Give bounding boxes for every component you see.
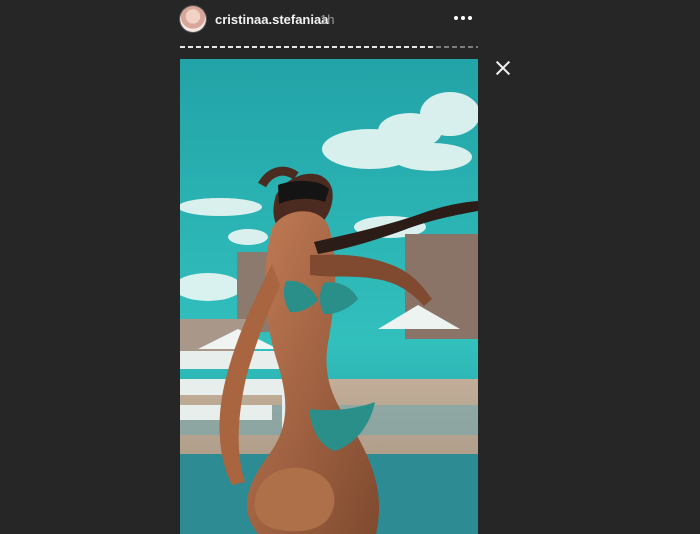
more-options-button[interactable] — [448, 5, 478, 31]
close-icon[interactable] — [493, 58, 513, 78]
username[interactable]: cristinaa.stefaniaa — [215, 12, 328, 27]
post-time: 1h — [320, 12, 335, 27]
story-progress-remaining — [436, 46, 478, 48]
dot-icon — [454, 16, 458, 20]
beach-photo — [180, 59, 478, 534]
profile-avatar[interactable] — [180, 6, 206, 32]
dot-icon — [461, 16, 465, 20]
story-image[interactable] — [180, 59, 478, 534]
story-header: cristinaa.stefaniaa 1h — [180, 6, 478, 34]
story-progress-bar — [180, 46, 478, 48]
dot-icon — [468, 16, 472, 20]
